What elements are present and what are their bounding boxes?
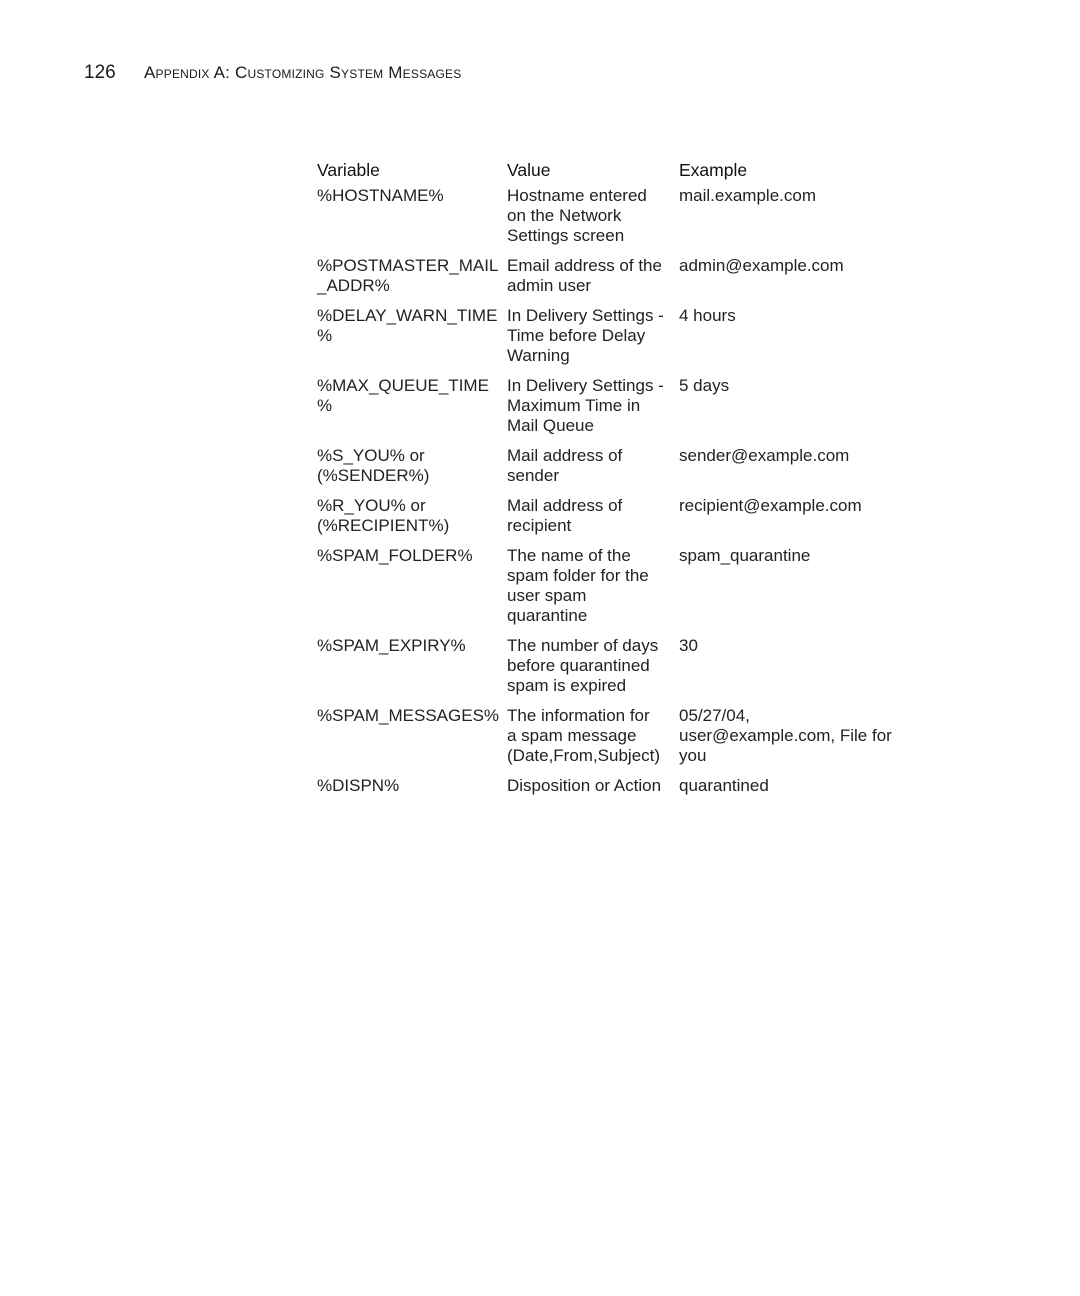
value-cell: Hostname entered on the Network Settings… [507, 186, 647, 245]
table-header-row: Variable Value Example [317, 160, 899, 186]
value-cell: Email address of the admin user [507, 256, 662, 295]
variable-cell: %SPAM_FOLDER% [317, 546, 473, 565]
variable-cell: %MAX_QUEUE_TIME % [317, 376, 489, 415]
variables-table: Variable Value Example %HOSTNAME% Hostna… [317, 160, 899, 806]
value-cell: The name of the spam folder for the user… [507, 546, 649, 625]
page-number: 126 [84, 62, 116, 83]
running-header: 126 Appendix A: Customizing System Messa… [84, 62, 461, 84]
variable-cell: %S_YOU% or (%SENDER%) [317, 446, 430, 485]
example-cell: spam_quarantine [679, 546, 811, 565]
table-row: %SPAM_FOLDER% The name of the spam folde… [317, 546, 899, 636]
variable-cell: %SPAM_MESSAGES% [317, 706, 500, 725]
value-cell: Mail address of sender [507, 446, 623, 485]
table-row: %SPAM_MESSAGES% The information for a sp… [317, 706, 899, 776]
example-cell: quarantined [679, 776, 769, 795]
value-cell: In Delivery Settings - Maximum Time in M… [507, 376, 664, 435]
column-header-example: Example [679, 160, 748, 180]
example-cell: sender@example.com [679, 446, 850, 465]
value-cell: The number of days before quarantined sp… [507, 636, 659, 695]
example-cell: 05/27/04, user@example.com, File for you [679, 706, 892, 765]
example-cell: recipient@example.com [679, 496, 862, 515]
table-row: %R_YOU% or (%RECIPIENT%) Mail address of… [317, 496, 899, 546]
variable-cell: %DELAY_WARN_TIME % [317, 306, 498, 345]
table-row: %SPAM_EXPIRY% The number of days before … [317, 636, 899, 706]
variable-cell: %HOSTNAME% [317, 186, 444, 205]
table-row: %HOSTNAME% Hostname entered on the Netwo… [317, 186, 899, 256]
value-cell: The information for a spam message (Date… [507, 706, 661, 765]
column-header-variable: Variable [317, 160, 380, 180]
example-cell: mail.example.com [679, 186, 816, 205]
variable-cell: %R_YOU% or (%RECIPIENT%) [317, 496, 450, 535]
variable-cell: %SPAM_EXPIRY% [317, 636, 466, 655]
column-header-value: Value [507, 160, 551, 180]
section-title: Appendix A: Customizing System Messages [144, 63, 462, 82]
variable-cell: %DISPN% [317, 776, 400, 795]
variable-cell: %POSTMASTER_MAIL _ADDR% [317, 256, 499, 295]
table-row: %MAX_QUEUE_TIME % In Delivery Settings -… [317, 376, 899, 446]
value-cell: In Delivery Settings - Time before Delay… [507, 306, 664, 365]
table-row: %DISPN% Disposition or Action quarantine… [317, 776, 899, 806]
table-row: %S_YOU% or (%SENDER%) Mail address of se… [317, 446, 899, 496]
table-row: %POSTMASTER_MAIL _ADDR% Email address of… [317, 256, 899, 306]
example-cell: 5 days [679, 376, 730, 395]
value-cell: Mail address of recipient [507, 496, 623, 535]
example-cell: 30 [679, 636, 698, 655]
table-row: %DELAY_WARN_TIME % In Delivery Settings … [317, 306, 899, 376]
example-cell: admin@example.com [679, 256, 844, 275]
value-cell: Disposition or Action [507, 776, 662, 795]
example-cell: 4 hours [679, 306, 736, 325]
